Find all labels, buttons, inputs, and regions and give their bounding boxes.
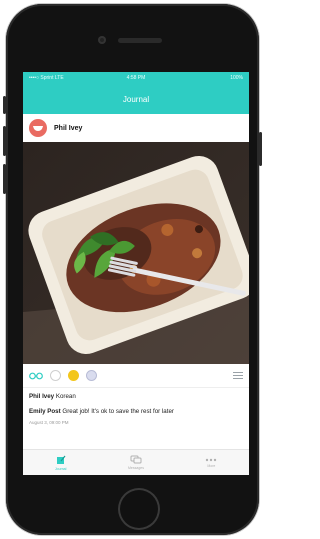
- volume-down-button: [3, 164, 6, 194]
- food-container-image: [23, 142, 249, 364]
- comment-text: Great job! It's ok to save the rest for …: [62, 407, 174, 415]
- comment-author[interactable]: Emily Post: [29, 408, 61, 415]
- comment-item: Phil Ivey Korean: [29, 393, 245, 402]
- app-screen: ••••○ Sprint LTE 4:58 PM 100% Journal Ph…: [23, 72, 249, 475]
- yellow-reaction-circle[interactable]: [68, 370, 79, 381]
- comment-item: Emily Post Great job! It's ok to save th…: [29, 408, 245, 417]
- more-icon: [206, 458, 217, 461]
- comments-list: Phil Ivey Korean Emily Post Great job! I…: [29, 393, 245, 427]
- home-button[interactable]: [118, 488, 160, 530]
- power-button: [259, 132, 262, 166]
- tab-journal[interactable]: Journal: [23, 450, 98, 475]
- reaction-bar: [23, 364, 249, 388]
- post-header[interactable]: Phil Ivey: [23, 114, 249, 142]
- status-bar: ••••○ Sprint LTE 4:58 PM 100%: [23, 72, 249, 84]
- page-title: Journal: [122, 94, 150, 104]
- tab-label: Messages: [128, 466, 144, 470]
- chat-icon: [130, 455, 142, 464]
- volume-up-button: [3, 126, 6, 156]
- tab-label: Journal: [54, 466, 67, 471]
- food-photo[interactable]: [23, 142, 249, 364]
- blue-reaction-circle[interactable]: [86, 370, 97, 381]
- bowl-icon: [33, 126, 43, 131]
- navigation-bar: Journal: [23, 84, 249, 114]
- glasses-icon[interactable]: [29, 372, 43, 380]
- post-timestamp: August 3, 09:00 PM: [29, 420, 69, 426]
- comment-author[interactable]: Phil Ivey: [29, 393, 54, 400]
- tab-messages[interactable]: Messages: [98, 450, 173, 475]
- carrier-label: ••••○ Sprint LTE: [29, 75, 64, 81]
- menu-icon[interactable]: [233, 372, 243, 379]
- status-time: 4:58 PM: [126, 75, 146, 81]
- tab-bar: Journal Messages More: [23, 449, 249, 475]
- tab-more[interactable]: More: [174, 450, 249, 475]
- empty-reaction-circle[interactable]: [50, 370, 61, 381]
- comment-text: Korean: [55, 393, 76, 400]
- avatar[interactable]: [29, 119, 47, 137]
- tab-label: More: [207, 463, 216, 468]
- mute-switch: [3, 96, 6, 114]
- journal-icon: [56, 455, 66, 464]
- battery-indicator: 100%: [230, 75, 243, 81]
- front-camera: [98, 36, 106, 44]
- post-author[interactable]: Phil Ivey: [54, 125, 82, 132]
- earpiece-speaker: [118, 38, 162, 43]
